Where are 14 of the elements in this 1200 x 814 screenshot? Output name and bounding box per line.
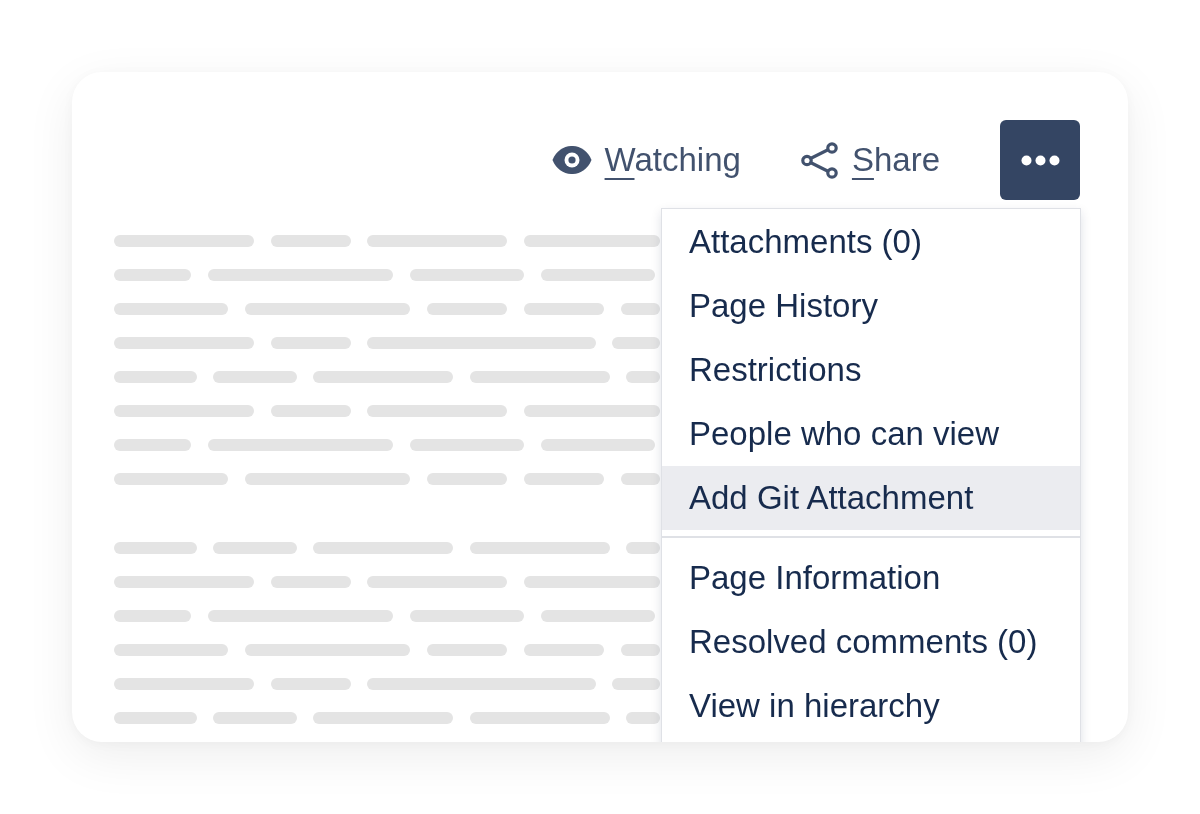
menu-item[interactable]: Add Git Attachment	[662, 466, 1080, 530]
menu-item[interactable]: Page Information	[662, 546, 1080, 610]
eye-icon	[551, 146, 592, 174]
menu-item[interactable]: Page History	[662, 274, 1080, 338]
menu-item[interactable]: Attachments (0)	[662, 210, 1080, 274]
ellipsis-icon	[1020, 154, 1060, 166]
share-icon	[800, 141, 838, 179]
menu-item[interactable]: Restrictions	[662, 338, 1080, 402]
menu-item[interactable]: View in hierarchy	[662, 674, 1080, 738]
menu-item[interactable]: People who can view	[662, 402, 1080, 466]
more-button[interactable]	[1000, 120, 1080, 200]
menu-item[interactable]: Resolved comments (0)	[662, 610, 1080, 674]
watch-button[interactable]: Watching	[551, 140, 741, 180]
share-button[interactable]: Share	[800, 140, 940, 180]
